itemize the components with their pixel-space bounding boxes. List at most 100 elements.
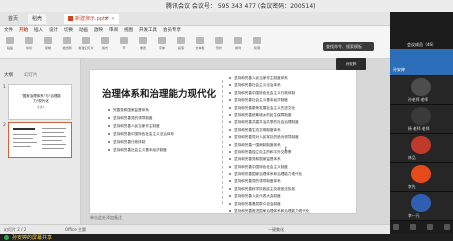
tool-button[interactable]: 形状 — [213, 37, 225, 55]
ribbon: 文件 开始 插入 设计 切换 动画 放映 审阅 视图 开发工具 会员专享 粘贴 … — [0, 26, 390, 59]
list-item: 坚持和完善推进国家治理体系和治理能力现代化 — [229, 208, 309, 215]
thumbnail-line — [13, 138, 33, 139]
tool-button[interactable]: 轮廓 — [251, 37, 263, 55]
notes-placeholder[interactable]: 单击此处添加备注 — [90, 215, 122, 221]
beautify-button[interactable]: 一键美化 — [268, 227, 284, 233]
screen-share-bar: 孙安婷的屏幕共享 — [0, 234, 453, 241]
menu-item-active[interactable]: 开始 — [19, 27, 28, 35]
tool-button[interactable]: 粘贴 — [4, 37, 16, 55]
list-item: 坚持和完善国家治理体系和治理能力现代化 — [229, 171, 309, 178]
thumbnail-line — [42, 128, 66, 129]
tool-label: 剪切 — [25, 46, 32, 50]
paragraph-icon — [177, 37, 185, 44]
font-icon — [158, 37, 166, 44]
active-speaker-tile[interactable]: 孙安婷 — [390, 49, 453, 75]
list-item-text: 坚持和完善推进国家治理体系和治理能力现代化 — [234, 209, 310, 214]
bullet-icon — [229, 202, 231, 205]
bullet-icon — [229, 84, 231, 87]
slide-title[interactable]: 治理体系和治理能力现代化 — [102, 86, 216, 100]
members-header[interactable]: 会议成员（46） — [392, 41, 451, 49]
tool-label: 段落 — [177, 46, 184, 50]
menu-item[interactable]: 会员专享 — [163, 27, 181, 35]
participant-tile[interactable]: 李先 — [390, 163, 453, 192]
tab-docer[interactable]: 稻壳 — [28, 14, 47, 24]
tool-button[interactable]: 重置 — [137, 37, 149, 55]
menu-item[interactable]: 开发工具 — [139, 27, 157, 35]
list-item-text: 坚持和完善党和国家监督体系 — [234, 157, 281, 162]
participant-tile[interactable]: 杨 老师 老师 — [390, 105, 453, 134]
list-item-text: 坚持和完善共建共治共享的社会治理制度 — [234, 120, 299, 125]
list-item-text: 坚持和完善人民当家作主制度体系 — [234, 76, 288, 80]
bullet-icon — [229, 187, 231, 190]
bullet-icon — [108, 133, 110, 135]
menu-item[interactable]: 审阅 — [109, 27, 118, 35]
avatar — [411, 136, 431, 154]
paste-icon — [6, 37, 14, 44]
bullet-icon — [229, 165, 231, 168]
tool-button[interactable]: 文本框 — [194, 37, 206, 55]
thumbnail-line — [13, 146, 31, 147]
share-icon[interactable] — [427, 224, 433, 230]
slide-number: 1 — [3, 85, 6, 90]
list-item: 坚持和完善人民当家作主制度体系 — [229, 75, 309, 82]
new-tab-icon[interactable]: + — [104, 14, 110, 22]
new-slide-icon — [82, 37, 90, 44]
tool-button[interactable]: 复制 — [42, 37, 54, 55]
bullet-icon — [229, 106, 231, 109]
slide-thumbnail-2[interactable] — [8, 122, 72, 158]
tool-label: 轮廓 — [253, 46, 260, 50]
mic-icon[interactable] — [393, 224, 399, 230]
tool-button[interactable]: 格式刷 — [61, 37, 73, 55]
bullet-icon — [229, 158, 231, 161]
participant-tile[interactable]: 孙老师 老师 — [390, 76, 453, 105]
list-item: 完善党和国家监督体系 — [108, 106, 174, 114]
participant-name: 杨 老师 老师 — [408, 126, 430, 131]
thumbnail-title: "国家治理体系"与"治理能力"现代化 — [21, 94, 61, 103]
bullet-icon — [108, 117, 110, 119]
menu-item[interactable]: 插入 — [34, 27, 43, 35]
slide[interactable]: 治理体系和治理能力现代化 完善党和国家监督体系 坚持和完善党的领导制度 坚持和完… — [90, 70, 356, 213]
members-icon[interactable] — [444, 224, 450, 230]
tab-document-label: 新建演示.pptx — [75, 16, 108, 22]
bullet-icon — [108, 141, 110, 143]
close-tab-icon[interactable]: × — [111, 16, 115, 22]
menu-item[interactable]: 文件 — [4, 27, 13, 35]
command-search-input[interactable]: 查找命令、搜索模板 — [323, 42, 374, 51]
tool-button[interactable]: 节 — [118, 37, 130, 55]
participant-tile[interactable]: 林品 — [390, 134, 453, 163]
participant-tile[interactable]: 李一凡 — [390, 192, 453, 221]
list-item-text: 完善党和国家监督体系 — [113, 108, 149, 112]
tool-button[interactable]: 段落 — [175, 37, 187, 55]
thumbnail-line — [42, 140, 62, 141]
camera-icon[interactable] — [410, 224, 416, 230]
menu-item[interactable]: 动画 — [79, 27, 88, 35]
tool-button[interactable]: 新建幻灯片 — [79, 37, 94, 55]
tab-document[interactable]: 新建演示.pptx × — [64, 14, 120, 24]
tool-label: 复制 — [44, 46, 51, 50]
tool-button[interactable]: 字体 — [156, 37, 168, 55]
list-item: 坚持和完善中国特色社会主义行政体制 — [229, 90, 309, 97]
cut-icon — [25, 37, 33, 44]
menu-item[interactable]: 设计 — [49, 27, 58, 35]
tab-home[interactable]: 首页 — [4, 14, 23, 24]
menu-item[interactable]: 放映 — [94, 27, 103, 35]
menu-item[interactable]: 视图 — [124, 27, 133, 35]
menu-item[interactable]: 切换 — [64, 27, 73, 35]
right-bullet-list[interactable]: 坚持和完善人民当家作主制度体系 坚持和完善社会主义法治体系 坚持和完善中国特色社… — [229, 75, 309, 215]
left-bullet-list[interactable]: 完善党和国家监督体系 坚持和完善党的领导制度 坚持和完善人民当家作主制度 坚持和… — [108, 106, 174, 154]
tab-slides[interactable]: 幻灯片 — [24, 72, 38, 78]
tool-label: 形状 — [215, 46, 222, 50]
tab-outline[interactable]: 大纲 — [4, 72, 13, 78]
tool-button[interactable]: 剪切 — [23, 37, 35, 55]
tool-button[interactable]: 版式 — [99, 37, 111, 55]
slide-number: 2 — [3, 123, 6, 128]
slide-thumbnail-1[interactable]: "国家治理体系"与"治理能力"现代化 主讲人 — [8, 84, 72, 120]
list-item-text: 坚持和完善基层群众自治制度 — [234, 201, 281, 206]
list-item-text: 坚持和完善人民代表大会制度 — [234, 194, 281, 199]
arrange-icon — [234, 37, 242, 44]
list-item-text: 坚持和完善独立自主的和平外交政策 — [234, 149, 292, 154]
tool-button[interactable]: 排列 — [232, 37, 244, 55]
bullet-icon — [229, 113, 231, 116]
avatar — [411, 194, 431, 212]
list-item: 坚持和完善党的领导制度体系 — [229, 178, 309, 185]
